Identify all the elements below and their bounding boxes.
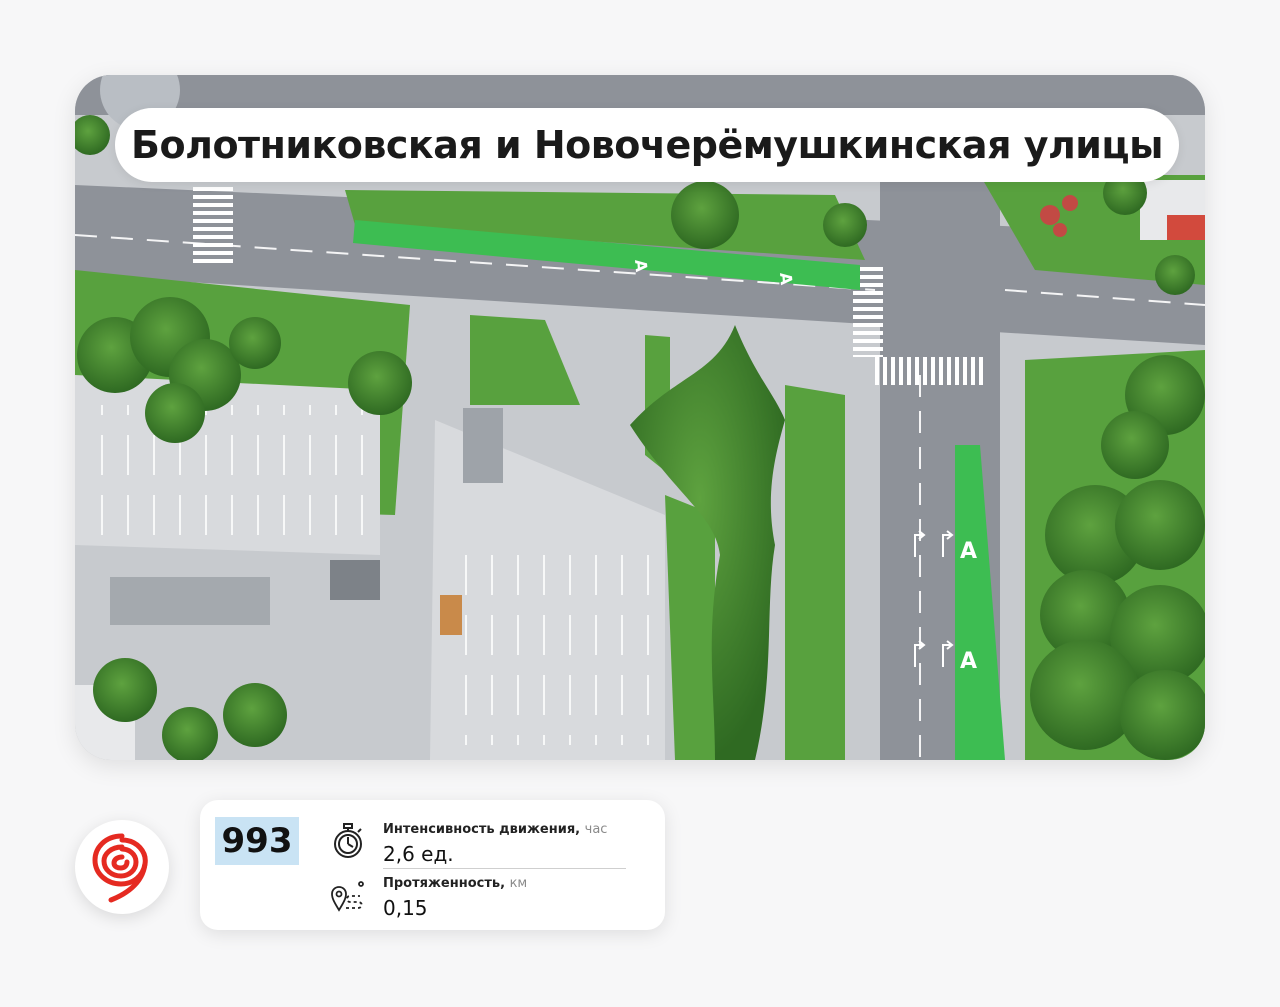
lane-marking-label: А — [631, 259, 651, 274]
title-text: Болотниковская и Новочерёмушкинская улиц… — [131, 123, 1163, 167]
lane-marking-label: А — [776, 272, 796, 287]
lane-marking-label: А — [960, 649, 977, 674]
route-number-badge: 993 — [215, 817, 299, 865]
length-value: 0,15 — [383, 896, 428, 920]
stopwatch-icon — [334, 823, 362, 858]
divider — [383, 868, 626, 869]
length-label: Протяженность, км — [383, 876, 528, 891]
info-card: 993 Интенсивность движения, час 2,6 ед. … — [200, 800, 665, 930]
traffic-intensity-label: Интенсивность движения, час — [383, 822, 608, 837]
page-title: Болотниковская и Новочерёмушкинская улиц… — [115, 108, 1179, 182]
lane-marking-label: А — [960, 539, 977, 564]
mosgortrans-logo-icon — [92, 833, 148, 903]
logo — [75, 820, 169, 914]
route-pin-icon — [331, 881, 364, 912]
traffic-intensity-value: 2,6 ед. — [383, 842, 454, 866]
